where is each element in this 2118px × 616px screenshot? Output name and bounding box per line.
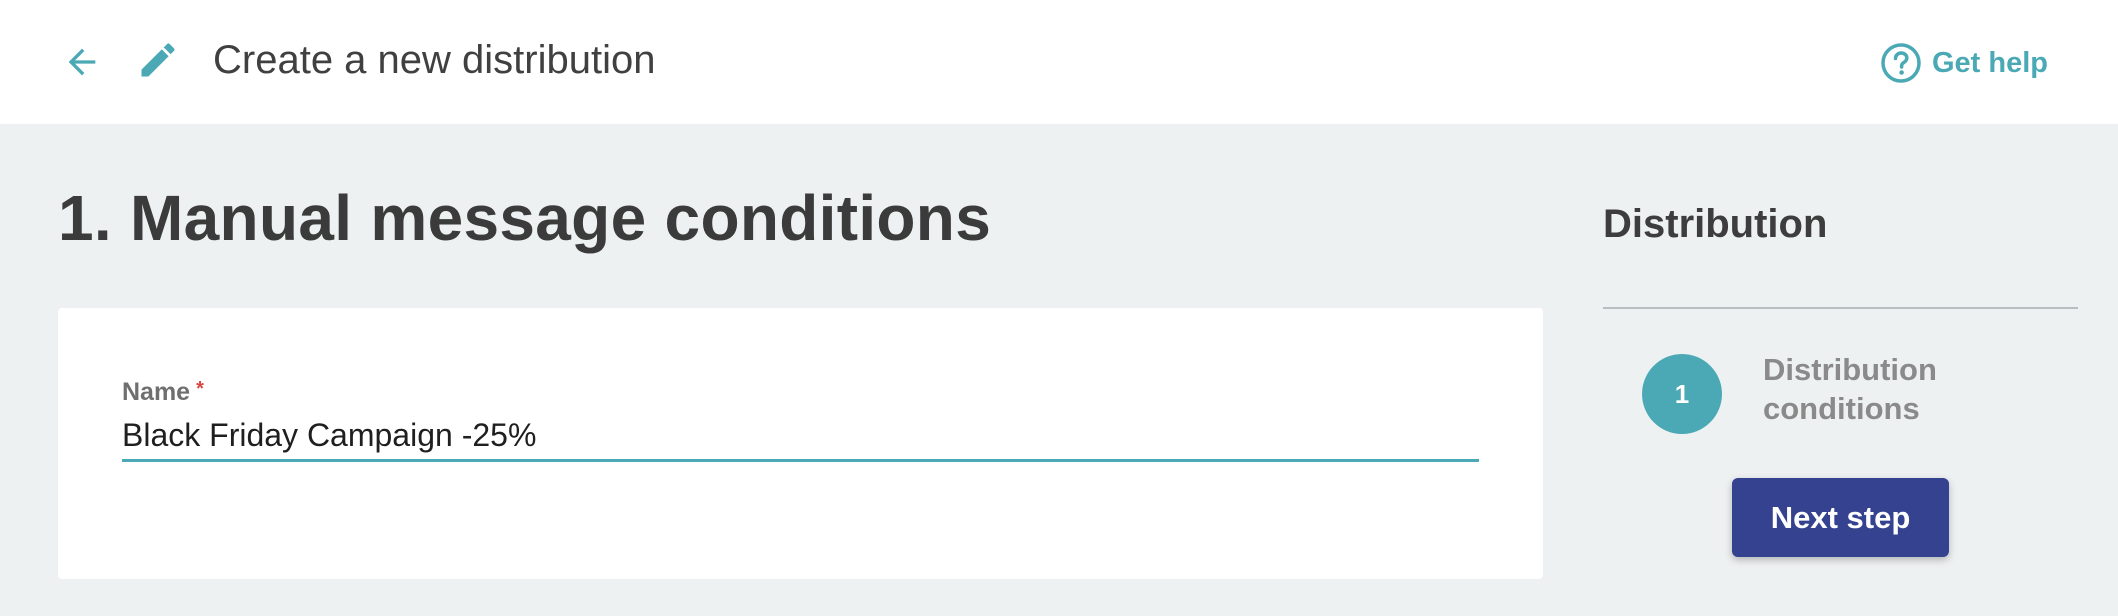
step-label: Distribution conditions (1763, 352, 1937, 426)
sidebar-title: Distribution (1603, 202, 1828, 246)
pencil-icon (134, 36, 182, 84)
name-field-label: Name * (122, 378, 204, 407)
next-step-button[interactable]: Next step (1732, 478, 1949, 557)
get-help-link[interactable]: Get help (1880, 40, 2048, 86)
page-title: Create a new distribution (213, 38, 656, 82)
get-help-label: Get help (1931, 46, 2048, 79)
back-button[interactable] (58, 38, 106, 86)
name-input[interactable] (122, 412, 1479, 462)
section-title: 1. Manual message conditions (58, 182, 992, 254)
question-circle-icon (1881, 43, 1921, 83)
required-marker: * (196, 378, 204, 400)
step-number-badge: 1 (1642, 354, 1722, 434)
top-bar: Create a new distribution Get help (0, 0, 2118, 124)
arrow-left-icon (68, 48, 96, 76)
name-label-text: Name (122, 378, 191, 406)
sidebar-divider (1603, 307, 2078, 309)
form-card: Name * (58, 308, 1543, 579)
